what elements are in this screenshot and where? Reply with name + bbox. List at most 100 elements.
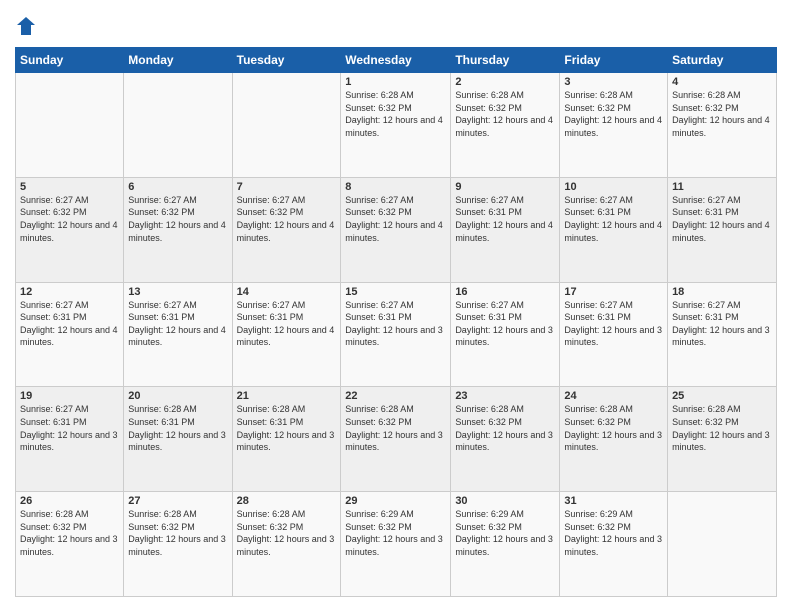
day-number: 13 [128,286,227,298]
day-info: Sunrise: 6:27 AM Sunset: 6:32 PM Dayligh… [237,194,337,244]
day-info: Sunrise: 6:27 AM Sunset: 6:31 PM Dayligh… [672,299,772,349]
page: Sunday Monday Tuesday Wednesday Thursday… [0,0,792,612]
day-number: 17 [564,286,663,298]
day-number: 3 [564,76,663,88]
day-number: 25 [672,390,772,402]
day-info: Sunrise: 6:27 AM Sunset: 6:31 PM Dayligh… [564,194,663,244]
day-number: 28 [237,495,337,507]
day-info: Sunrise: 6:29 AM Sunset: 6:32 PM Dayligh… [455,508,555,558]
day-info: Sunrise: 6:27 AM Sunset: 6:31 PM Dayligh… [455,299,555,349]
calendar-week-row: 12Sunrise: 6:27 AM Sunset: 6:31 PM Dayli… [16,282,777,387]
day-info: Sunrise: 6:28 AM Sunset: 6:32 PM Dayligh… [128,508,227,558]
calendar-cell: 10Sunrise: 6:27 AM Sunset: 6:31 PM Dayli… [560,177,668,282]
day-info: Sunrise: 6:28 AM Sunset: 6:32 PM Dayligh… [564,89,663,139]
calendar-cell [668,492,777,597]
header-tuesday: Tuesday [232,48,341,73]
calendar-cell: 25Sunrise: 6:28 AM Sunset: 6:32 PM Dayli… [668,387,777,492]
day-info: Sunrise: 6:27 AM Sunset: 6:32 PM Dayligh… [345,194,446,244]
day-info: Sunrise: 6:27 AM Sunset: 6:31 PM Dayligh… [237,299,337,349]
calendar-cell: 24Sunrise: 6:28 AM Sunset: 6:32 PM Dayli… [560,387,668,492]
calendar-cell: 20Sunrise: 6:28 AM Sunset: 6:31 PM Dayli… [124,387,232,492]
day-number: 9 [455,181,555,193]
calendar-cell [232,73,341,178]
calendar-cell: 30Sunrise: 6:29 AM Sunset: 6:32 PM Dayli… [451,492,560,597]
calendar-cell: 15Sunrise: 6:27 AM Sunset: 6:31 PM Dayli… [341,282,451,387]
day-info: Sunrise: 6:28 AM Sunset: 6:32 PM Dayligh… [237,508,337,558]
header-monday: Monday [124,48,232,73]
header-wednesday: Wednesday [341,48,451,73]
day-info: Sunrise: 6:27 AM Sunset: 6:32 PM Dayligh… [20,194,119,244]
day-number: 18 [672,286,772,298]
header-sunday: Sunday [16,48,124,73]
day-info: Sunrise: 6:28 AM Sunset: 6:31 PM Dayligh… [128,403,227,453]
calendar-cell: 18Sunrise: 6:27 AM Sunset: 6:31 PM Dayli… [668,282,777,387]
calendar-cell: 29Sunrise: 6:29 AM Sunset: 6:32 PM Dayli… [341,492,451,597]
day-number: 24 [564,390,663,402]
calendar-cell: 16Sunrise: 6:27 AM Sunset: 6:31 PM Dayli… [451,282,560,387]
calendar-cell: 7Sunrise: 6:27 AM Sunset: 6:32 PM Daylig… [232,177,341,282]
weekday-header-row: Sunday Monday Tuesday Wednesday Thursday… [16,48,777,73]
day-number: 15 [345,286,446,298]
header-friday: Friday [560,48,668,73]
calendar-week-row: 5Sunrise: 6:27 AM Sunset: 6:32 PM Daylig… [16,177,777,282]
day-number: 19 [20,390,119,402]
calendar-cell: 4Sunrise: 6:28 AM Sunset: 6:32 PM Daylig… [668,73,777,178]
day-number: 16 [455,286,555,298]
day-number: 23 [455,390,555,402]
calendar-cell: 14Sunrise: 6:27 AM Sunset: 6:31 PM Dayli… [232,282,341,387]
calendar-week-row: 26Sunrise: 6:28 AM Sunset: 6:32 PM Dayli… [16,492,777,597]
calendar-cell: 5Sunrise: 6:27 AM Sunset: 6:32 PM Daylig… [16,177,124,282]
calendar-cell: 9Sunrise: 6:27 AM Sunset: 6:31 PM Daylig… [451,177,560,282]
day-info: Sunrise: 6:27 AM Sunset: 6:32 PM Dayligh… [128,194,227,244]
day-number: 14 [237,286,337,298]
day-info: Sunrise: 6:28 AM Sunset: 6:32 PM Dayligh… [455,89,555,139]
header [15,15,777,37]
day-info: Sunrise: 6:28 AM Sunset: 6:32 PM Dayligh… [20,508,119,558]
day-number: 27 [128,495,227,507]
day-number: 4 [672,76,772,88]
day-info: Sunrise: 6:28 AM Sunset: 6:32 PM Dayligh… [345,89,446,139]
day-number: 11 [672,181,772,193]
logo [15,15,41,37]
calendar-cell: 23Sunrise: 6:28 AM Sunset: 6:32 PM Dayli… [451,387,560,492]
calendar-cell: 13Sunrise: 6:27 AM Sunset: 6:31 PM Dayli… [124,282,232,387]
day-number: 10 [564,181,663,193]
calendar-table: Sunday Monday Tuesday Wednesday Thursday… [15,47,777,597]
calendar-cell: 17Sunrise: 6:27 AM Sunset: 6:31 PM Dayli… [560,282,668,387]
calendar-cell: 1Sunrise: 6:28 AM Sunset: 6:32 PM Daylig… [341,73,451,178]
day-number: 26 [20,495,119,507]
calendar-cell: 21Sunrise: 6:28 AM Sunset: 6:31 PM Dayli… [232,387,341,492]
calendar-cell: 27Sunrise: 6:28 AM Sunset: 6:32 PM Dayli… [124,492,232,597]
day-number: 20 [128,390,227,402]
calendar-cell: 22Sunrise: 6:28 AM Sunset: 6:32 PM Dayli… [341,387,451,492]
day-number: 2 [455,76,555,88]
logo-icon [15,15,37,37]
calendar-cell: 3Sunrise: 6:28 AM Sunset: 6:32 PM Daylig… [560,73,668,178]
calendar-cell [16,73,124,178]
day-number: 1 [345,76,446,88]
calendar-cell: 19Sunrise: 6:27 AM Sunset: 6:31 PM Dayli… [16,387,124,492]
day-info: Sunrise: 6:28 AM Sunset: 6:31 PM Dayligh… [237,403,337,453]
day-info: Sunrise: 6:29 AM Sunset: 6:32 PM Dayligh… [564,508,663,558]
calendar-week-row: 1Sunrise: 6:28 AM Sunset: 6:32 PM Daylig… [16,73,777,178]
calendar-cell: 11Sunrise: 6:27 AM Sunset: 6:31 PM Dayli… [668,177,777,282]
calendar-cell: 6Sunrise: 6:27 AM Sunset: 6:32 PM Daylig… [124,177,232,282]
day-info: Sunrise: 6:28 AM Sunset: 6:32 PM Dayligh… [564,403,663,453]
day-number: 22 [345,390,446,402]
day-info: Sunrise: 6:27 AM Sunset: 6:31 PM Dayligh… [345,299,446,349]
day-info: Sunrise: 6:28 AM Sunset: 6:32 PM Dayligh… [345,403,446,453]
day-number: 31 [564,495,663,507]
day-number: 8 [345,181,446,193]
day-info: Sunrise: 6:27 AM Sunset: 6:31 PM Dayligh… [20,403,119,453]
day-number: 21 [237,390,337,402]
day-number: 29 [345,495,446,507]
day-info: Sunrise: 6:27 AM Sunset: 6:31 PM Dayligh… [455,194,555,244]
calendar-cell: 26Sunrise: 6:28 AM Sunset: 6:32 PM Dayli… [16,492,124,597]
day-info: Sunrise: 6:27 AM Sunset: 6:31 PM Dayligh… [128,299,227,349]
day-number: 6 [128,181,227,193]
day-info: Sunrise: 6:29 AM Sunset: 6:32 PM Dayligh… [345,508,446,558]
day-info: Sunrise: 6:28 AM Sunset: 6:32 PM Dayligh… [455,403,555,453]
calendar-cell: 12Sunrise: 6:27 AM Sunset: 6:31 PM Dayli… [16,282,124,387]
calendar-cell: 28Sunrise: 6:28 AM Sunset: 6:32 PM Dayli… [232,492,341,597]
day-number: 5 [20,181,119,193]
